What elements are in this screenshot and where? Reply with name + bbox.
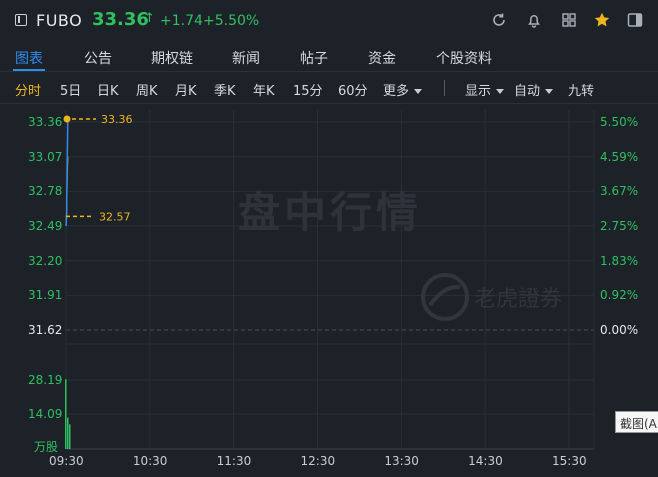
x-axis-label: 15:30 xyxy=(552,454,587,468)
brand-watermark: 老虎證券 xyxy=(474,287,562,312)
volume-bar xyxy=(69,424,71,449)
high-price-label: 33.36 xyxy=(101,113,133,126)
volume-bar xyxy=(67,417,69,449)
y-axis-right-label: 1.83% xyxy=(600,253,639,268)
y-axis-label: 32.20 xyxy=(28,253,63,268)
watermark-text: 盘中行情 xyxy=(238,188,422,237)
y-axis-right-label: 5.50% xyxy=(600,115,639,129)
y-axis-right-label: 2.75% xyxy=(600,219,639,233)
screenshot-button[interactable]: 截图(Al xyxy=(615,411,658,433)
y-axis-right-label: 0.92% xyxy=(600,288,639,303)
volume-bar xyxy=(65,379,67,449)
low-price-label: 32.57 xyxy=(99,210,131,223)
volume-axis-label: 14.09 xyxy=(28,407,63,421)
y-axis-right-label: 4.59% xyxy=(600,149,639,164)
y-axis-label: 33.07 xyxy=(28,149,63,164)
volume-axis-label: 28.19 xyxy=(28,373,63,387)
x-axis-label: 13:30 xyxy=(384,454,419,468)
volume-unit-label: 万股 xyxy=(34,440,59,454)
brand-watermark-logo xyxy=(421,273,469,321)
x-axis-label: 14:30 xyxy=(468,454,503,468)
y-axis-label: 31.91 xyxy=(28,288,63,303)
y-axis-right-label: 3.67% xyxy=(600,184,639,199)
price-series-group: 33.36 32.57 xyxy=(63,113,133,449)
chart-grid xyxy=(65,110,595,450)
intraday-chart[interactable]: 盘中行情 老虎證券 33.36 32.57 xyxy=(0,0,658,477)
x-axis-label: 12:30 xyxy=(300,454,336,468)
y-axis-label: 32.78 xyxy=(28,184,63,199)
y-axis-label: 32.49 xyxy=(28,219,63,233)
x-axis-label: 11:30 xyxy=(216,454,252,468)
y-axis-label: 31.62 xyxy=(28,323,63,337)
y-axis-right-label: 0.00% xyxy=(600,323,639,337)
x-axis-label: 10:30 xyxy=(132,454,168,468)
x-axis-label: 09:30 xyxy=(49,454,84,468)
y-axis-label: 33.36 xyxy=(28,115,63,129)
high-marker xyxy=(63,115,71,123)
